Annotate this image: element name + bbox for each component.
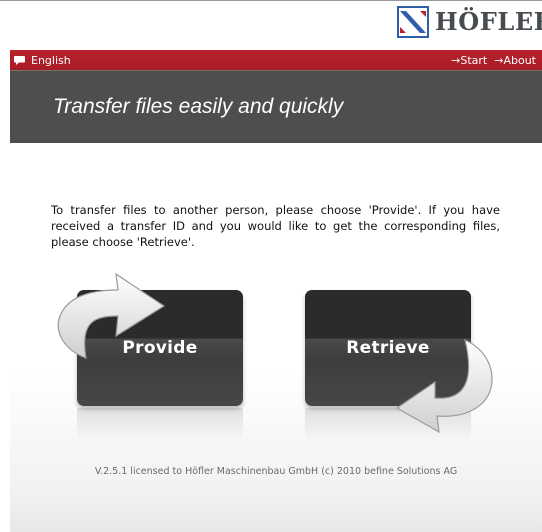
- start-link[interactable]: →Start: [451, 54, 487, 67]
- top-divider: [0, 0, 542, 1]
- brand-name: HÖFLER: [435, 7, 542, 36]
- curved-arrow-left-icon: [395, 338, 493, 434]
- page-title: Transfer files easily and quickly: [53, 95, 344, 118]
- speech-bubble-icon: [14, 56, 25, 65]
- language-selector[interactable]: English: [14, 54, 71, 67]
- intro-text: To transfer files to another person, ple…: [51, 202, 500, 249]
- page-header: Transfer files easily and quickly: [10, 70, 542, 143]
- about-link[interactable]: →About: [494, 54, 536, 67]
- transfer-app: English →Start →About Transfer files eas…: [10, 50, 542, 532]
- version-footer: V.2.5.1 licensed to Höfler Maschinenbau …: [94, 466, 458, 477]
- logo-mark-icon: [397, 6, 429, 38]
- language-label: English: [31, 54, 71, 67]
- top-bar: English →Start →About: [10, 50, 542, 70]
- top-nav: →Start →About: [451, 54, 536, 67]
- provide-reflection: [77, 408, 243, 442]
- curved-arrow-right-icon: [57, 272, 166, 359]
- hofler-logo: HÖFLER: [397, 3, 542, 43]
